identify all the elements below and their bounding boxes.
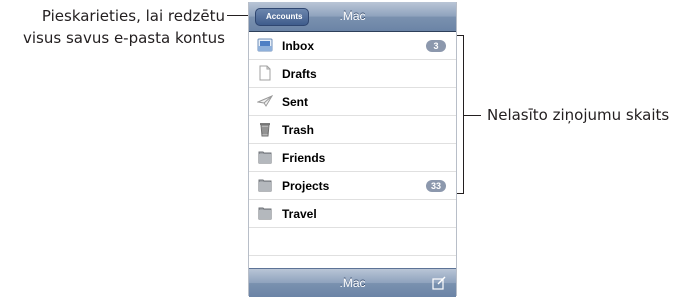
mailbox-label: Friends bbox=[282, 151, 326, 165]
accounts-callout-line2: visus savus e-pasta kontus bbox=[23, 29, 225, 47]
mailbox-label: Projects bbox=[282, 179, 330, 193]
mailbox-row-inbox[interactable]: Inbox 3 bbox=[249, 32, 456, 60]
drafts-icon bbox=[259, 65, 271, 81]
mailbox-label: Inbox bbox=[282, 39, 314, 53]
mailbox-label: Sent bbox=[282, 95, 309, 109]
inbox-icon bbox=[257, 38, 273, 52]
mailbox-list: Inbox 3 Drafts Sent Trash Friends Projec… bbox=[249, 32, 456, 256]
sent-icon bbox=[257, 95, 273, 107]
toolbar-title: .Mac bbox=[339, 276, 366, 290]
folder-icon bbox=[258, 179, 272, 192]
mailbox-row-sent[interactable]: Sent bbox=[249, 88, 456, 116]
compose-icon[interactable] bbox=[432, 276, 446, 290]
folder-icon bbox=[258, 207, 272, 220]
unread-callout: Nelasīto ziņojumu skaits bbox=[487, 106, 670, 124]
unread-bracket-vertical bbox=[463, 35, 464, 193]
folder-icon bbox=[258, 151, 272, 164]
unread-callout-leader bbox=[464, 115, 481, 116]
empty-row bbox=[249, 228, 456, 256]
accounts-callout-line1: Pieskarieties, lai redzētu bbox=[41, 7, 225, 25]
mailbox-row-drafts[interactable]: Drafts bbox=[249, 60, 456, 88]
mailbox-row-projects[interactable]: Projects 33 bbox=[249, 172, 456, 200]
account-title: .Mac bbox=[339, 9, 366, 23]
mailbox-row-friends[interactable]: Friends bbox=[249, 144, 456, 172]
mailbox-label: Drafts bbox=[282, 67, 317, 81]
mailbox-label: Travel bbox=[282, 207, 317, 221]
mailbox-label: Trash bbox=[282, 123, 315, 137]
trash-icon bbox=[260, 123, 270, 137]
mailbox-row-travel[interactable]: Travel bbox=[249, 200, 456, 228]
unread-count-badge: 3 bbox=[426, 40, 446, 52]
unread-count-badge: 33 bbox=[425, 180, 446, 192]
toolbar: .Mac bbox=[249, 268, 456, 297]
mailbox-row-trash[interactable]: Trash bbox=[249, 116, 456, 144]
accounts-callout: Pieskarieties, lai redzētu visus savus e… bbox=[23, 5, 225, 49]
mail-screen: Accounts .Mac Inbox 3 Drafts Sent Trash … bbox=[248, 2, 457, 297]
navigation-bar: Accounts .Mac bbox=[249, 2, 456, 32]
